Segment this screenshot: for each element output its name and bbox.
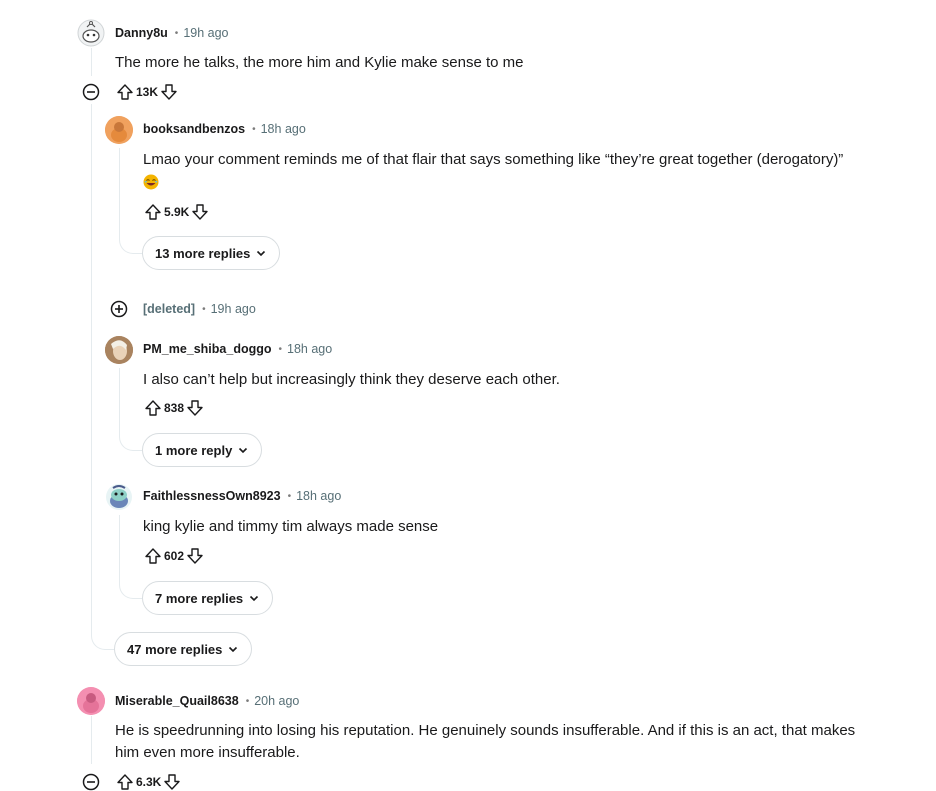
chevron-down-icon	[229, 646, 238, 653]
avatar-miserable-quail8638[interactable]	[77, 687, 105, 715]
separator-dot: •	[278, 343, 283, 355]
comment-body: Lmao your comment reminds me of that fla…	[143, 151, 844, 168]
downvote-icon[interactable]	[160, 83, 178, 101]
laughing-emoji-icon	[143, 174, 159, 190]
thread-curve-13-more	[119, 234, 142, 254]
thread-curve-47-more	[91, 628, 114, 650]
timestamp[interactable]: 19h ago	[211, 302, 256, 316]
thread-line-quail	[91, 716, 92, 764]
thread-line-root	[91, 48, 92, 76]
upvote-icon[interactable]	[116, 83, 134, 101]
chevron-down-icon	[239, 447, 248, 454]
vote-bar: 5.9K	[144, 203, 209, 221]
timestamp[interactable]: 18h ago	[296, 489, 341, 503]
thread-curve-7-more	[119, 579, 142, 599]
upvote-icon[interactable]	[144, 547, 162, 565]
comment-meta: FaithlessnessOwn8923 • 18h ago	[143, 489, 341, 503]
chevron-down-icon	[250, 595, 259, 602]
separator-dot: •	[245, 695, 250, 707]
vote-bar: 602	[144, 547, 204, 565]
more-replies-button[interactable]: 7 more replies	[142, 581, 274, 615]
timestamp[interactable]: 20h ago	[254, 694, 299, 708]
timestamp[interactable]: 19h ago	[183, 26, 228, 40]
downvote-icon[interactable]	[186, 399, 204, 417]
more-replies-label: 47 more replies	[127, 641, 223, 657]
separator-dot: •	[287, 490, 292, 502]
chevron-down-icon	[257, 250, 266, 257]
separator-dot: •	[174, 27, 179, 39]
vote-bar: 13K	[116, 83, 178, 101]
thread-line-danny-children	[91, 104, 92, 628]
collapse-toggle-icon[interactable]	[82, 773, 100, 791]
comment-body-line-1: He is speedrunning into losing his reput…	[115, 722, 856, 739]
author-name[interactable]: booksandbenzos	[143, 122, 245, 136]
comment-body: king kylie and timmy tim always made sen…	[143, 518, 439, 535]
timestamp[interactable]: 18h ago	[261, 122, 306, 136]
comment-meta: Miserable_Quail8638 • 20h ago	[115, 694, 299, 708]
comment-meta: booksandbenzos • 18h ago	[143, 122, 306, 136]
timestamp[interactable]: 18h ago	[287, 342, 332, 356]
vote-count: 6.3K	[136, 775, 162, 789]
separator-dot: •	[252, 123, 256, 135]
downvote-icon[interactable]	[191, 203, 209, 221]
thread-line-books	[119, 148, 120, 234]
avatar-faithlessnessown8923[interactable]	[105, 483, 133, 511]
avatar-booksandbenzos[interactable]	[105, 116, 133, 144]
upvote-icon[interactable]	[144, 203, 162, 221]
comment-body-line-2: him even more insufferable.	[115, 744, 300, 761]
thread-curve-1-more	[119, 431, 142, 451]
vote-bar: 6.3K	[116, 773, 181, 791]
author-name-deleted: [deleted]	[143, 302, 196, 316]
author-name[interactable]: Danny8u	[115, 26, 168, 40]
author-name[interactable]: PM_me_shiba_doggo	[143, 342, 272, 356]
more-replies-label: 7 more replies	[155, 590, 244, 606]
vote-bar: 838	[144, 399, 204, 417]
downvote-icon[interactable]	[186, 547, 204, 565]
comment-meta: [deleted] • 19h ago	[143, 302, 256, 316]
vote-count: 5.9K	[164, 205, 190, 219]
more-replies-button[interactable]: 13 more replies	[142, 236, 281, 270]
expand-toggle-icon[interactable]	[110, 300, 128, 318]
thread-line-shiba	[119, 368, 120, 431]
collapse-toggle-icon[interactable]	[82, 83, 100, 101]
author-name[interactable]: Miserable_Quail8638	[115, 694, 239, 708]
more-replies-button[interactable]: 47 more replies	[114, 632, 253, 666]
comment-meta: Danny8u • 19h ago	[115, 26, 229, 40]
comment-body: I also can’t help but increasingly think…	[143, 371, 560, 388]
thread-line-faithless	[119, 515, 120, 579]
avatar-pm-me-shiba-doggo[interactable]	[105, 336, 133, 364]
author-name[interactable]: FaithlessnessOwn8923	[143, 489, 281, 503]
vote-count: 13K	[136, 85, 159, 99]
vote-count: 838	[164, 401, 185, 415]
upvote-icon[interactable]	[116, 773, 134, 791]
comment-meta: PM_me_shiba_doggo • 18h ago	[143, 342, 332, 356]
comment-body: The more he talks, the more him and Kyli…	[115, 54, 524, 71]
more-replies-button[interactable]: 1 more reply	[142, 433, 263, 467]
vote-count: 602	[164, 549, 185, 563]
more-replies-label: 1 more reply	[155, 442, 233, 458]
more-replies-label: 13 more replies	[155, 245, 251, 261]
avatar-danny8u[interactable]	[77, 19, 105, 47]
separator-dot: •	[202, 303, 206, 315]
downvote-icon[interactable]	[163, 773, 181, 791]
upvote-icon[interactable]	[144, 399, 162, 417]
